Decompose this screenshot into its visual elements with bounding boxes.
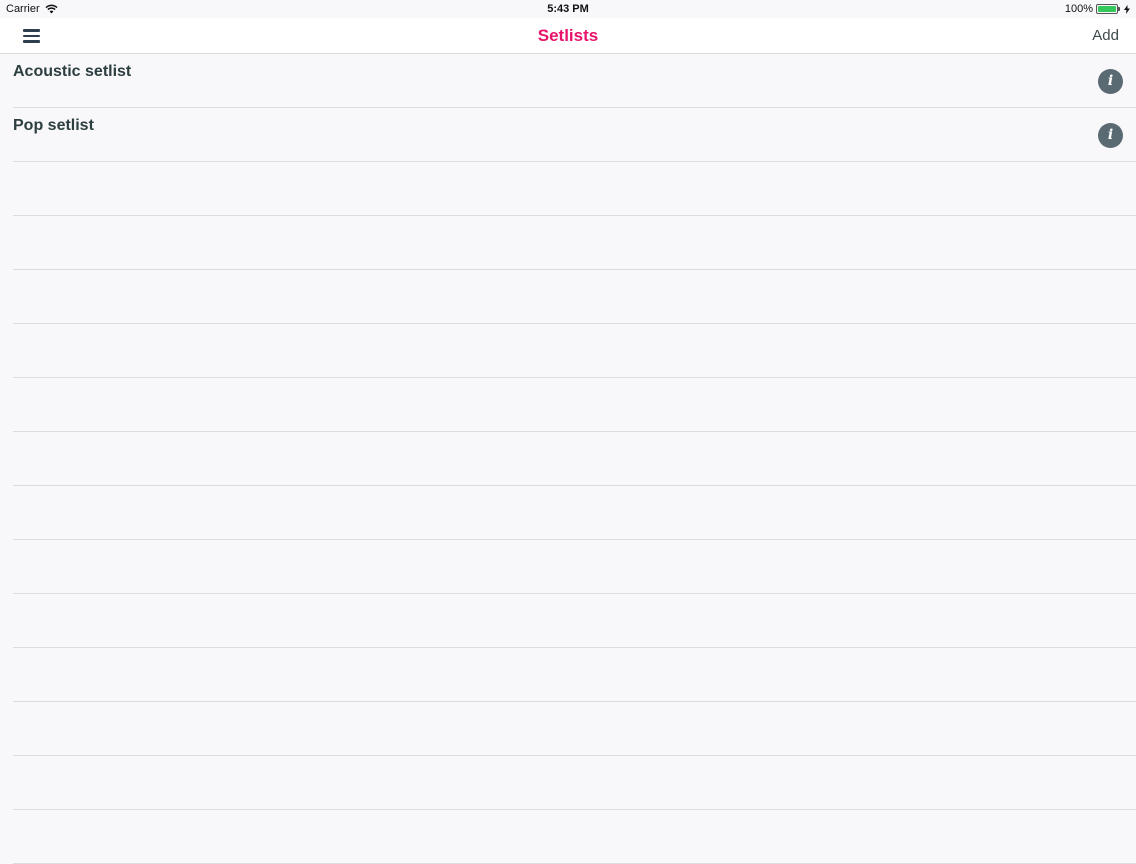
empty-row xyxy=(13,270,1136,324)
empty-row xyxy=(13,648,1136,702)
status-bar: Carrier 5:43 PM 100% xyxy=(0,0,1136,18)
add-button[interactable]: Add xyxy=(1092,27,1119,44)
info-icon[interactable]: i xyxy=(1098,123,1123,148)
empty-row xyxy=(13,810,1136,864)
status-right: 100% xyxy=(1065,3,1130,15)
page-title: Setlists xyxy=(537,26,599,45)
charging-bolt-icon xyxy=(1124,4,1130,14)
empty-row xyxy=(13,594,1136,648)
setlist-title: Pop setlist xyxy=(13,117,94,134)
setlist-title: Acoustic setlist xyxy=(13,63,132,80)
setlist-list: Acoustic setlist i Pop setlist i xyxy=(0,54,1136,864)
empty-row xyxy=(13,702,1136,756)
status-time: 5:43 PM xyxy=(547,3,589,15)
empty-row xyxy=(13,324,1136,378)
battery-percent: 100% xyxy=(1064,3,1093,15)
empty-row xyxy=(13,162,1136,216)
battery-icon xyxy=(1096,4,1120,14)
info-icon[interactable]: i xyxy=(1098,69,1123,94)
empty-row xyxy=(13,756,1136,810)
empty-row xyxy=(13,540,1136,594)
empty-row xyxy=(13,486,1136,540)
empty-row xyxy=(13,216,1136,270)
setlist-row-acoustic[interactable]: Acoustic setlist i xyxy=(13,54,1136,108)
empty-row xyxy=(13,378,1136,432)
setlist-row-pop[interactable]: Pop setlist i xyxy=(13,108,1136,162)
empty-row xyxy=(13,432,1136,486)
navigation-bar: Setlists Add xyxy=(0,18,1136,54)
